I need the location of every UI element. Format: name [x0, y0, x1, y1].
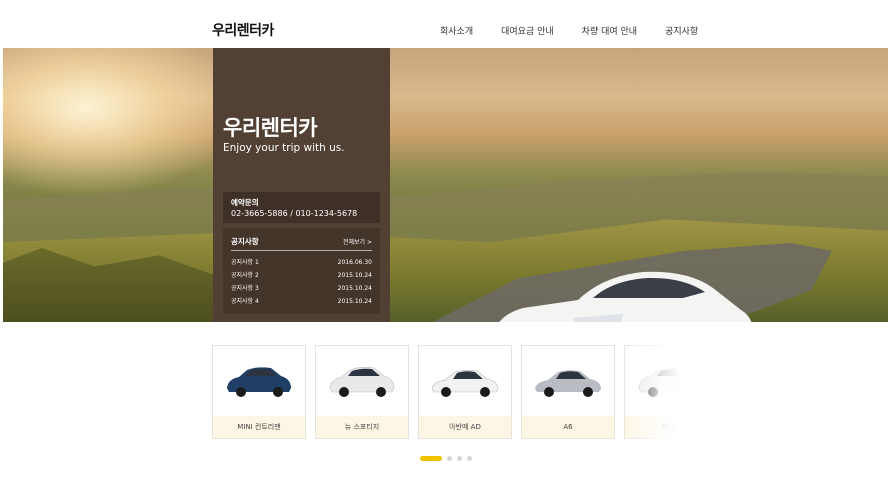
car-image: [316, 346, 408, 416]
hero-car-image: [499, 271, 752, 322]
notice-date: 2015.10.24: [337, 285, 372, 292]
notice-item[interactable]: 공지사항 2 2015.10.24: [231, 269, 372, 282]
site-header: 우리렌터카 회사소개 대여요금 안내 차량 대여 안내 공지사항: [0, 0, 893, 48]
car-card[interactable]: 아반떼 AD: [418, 345, 512, 439]
pagination-dot[interactable]: [447, 456, 452, 461]
nav-item-company[interactable]: 회사소개: [440, 24, 473, 37]
contact-label: 예약문의: [231, 198, 259, 207]
notice-box: 공지사항 전체보기 > 공지사항 1 2016.06.30 공지사항 2 201…: [223, 228, 380, 314]
main-nav: 회사소개 대여요금 안내 차량 대여 안내 공지사항: [440, 24, 698, 37]
pagination-dot[interactable]: [457, 456, 462, 461]
hero-banner: [3, 48, 888, 322]
car-image: [522, 346, 614, 416]
car-image: [419, 346, 511, 416]
notice-item[interactable]: 공지사항 1 2016.06.30: [231, 256, 372, 269]
notice-date: 2015.10.24: [337, 298, 372, 305]
notice-divider: [231, 250, 372, 251]
notice-date: 2016.06.30: [337, 259, 372, 266]
pagination-dot[interactable]: [420, 456, 442, 461]
car-card-label: A6: [522, 416, 614, 438]
car-carousel: MINI 컨트리맨 뉴 스포티지 아반떼 AD A6 카니발: [212, 345, 679, 439]
hero-title: 우리렌터카: [223, 116, 318, 140]
notice-title: 공지사항 2: [231, 272, 259, 279]
carousel-pagination: [420, 456, 472, 461]
notice-item[interactable]: 공지사항 4 2015.10.24: [231, 295, 372, 308]
car-card-label: 아반떼 AD: [419, 416, 511, 438]
nav-item-rates[interactable]: 대여요금 안내: [501, 24, 554, 37]
hero-sunlight: [3, 48, 243, 198]
notice-item[interactable]: 공지사항 3 2015.10.24: [231, 282, 372, 295]
car-card-label: MINI 컨트리맨: [213, 416, 305, 438]
car-card[interactable]: 카니발: [624, 345, 679, 439]
notice-date: 2015.10.24: [337, 272, 372, 279]
info-panel-content: 우리렌터카 Enjoy your trip with us. 예약문의 02-3…: [213, 48, 390, 322]
car-image: [625, 346, 679, 416]
notice-title: 공지사항 1: [231, 259, 259, 266]
contact-numbers: 02-3665-5886 / 010-1234-5678: [231, 209, 358, 218]
hero-subtitle: Enjoy your trip with us.: [223, 142, 345, 154]
car-card[interactable]: MINI 컨트리맨: [212, 345, 306, 439]
notice-more-link[interactable]: 전체보기 >: [343, 237, 372, 246]
car-card-label: 뉴 스포티지: [316, 416, 408, 438]
nav-item-rental-guide[interactable]: 차량 대여 안내: [582, 24, 637, 37]
notice-title: 공지사항 4: [231, 298, 259, 305]
car-card[interactable]: 뉴 스포티지: [315, 345, 409, 439]
contact-box: 예약문의 02-3665-5886 / 010-1234-5678: [223, 192, 380, 223]
notice-list: 공지사항 1 2016.06.30 공지사항 2 2015.10.24 공지사항…: [231, 256, 372, 308]
car-image: [213, 346, 305, 416]
notice-title: 공지사항 3: [231, 285, 259, 292]
nav-item-notice[interactable]: 공지사항: [665, 24, 698, 37]
car-card[interactable]: A6: [521, 345, 615, 439]
pagination-dot[interactable]: [467, 456, 472, 461]
logo[interactable]: 우리렌터카: [212, 20, 274, 40]
notice-heading: 공지사항: [231, 237, 259, 246]
car-card-label: 카니발: [625, 416, 679, 438]
